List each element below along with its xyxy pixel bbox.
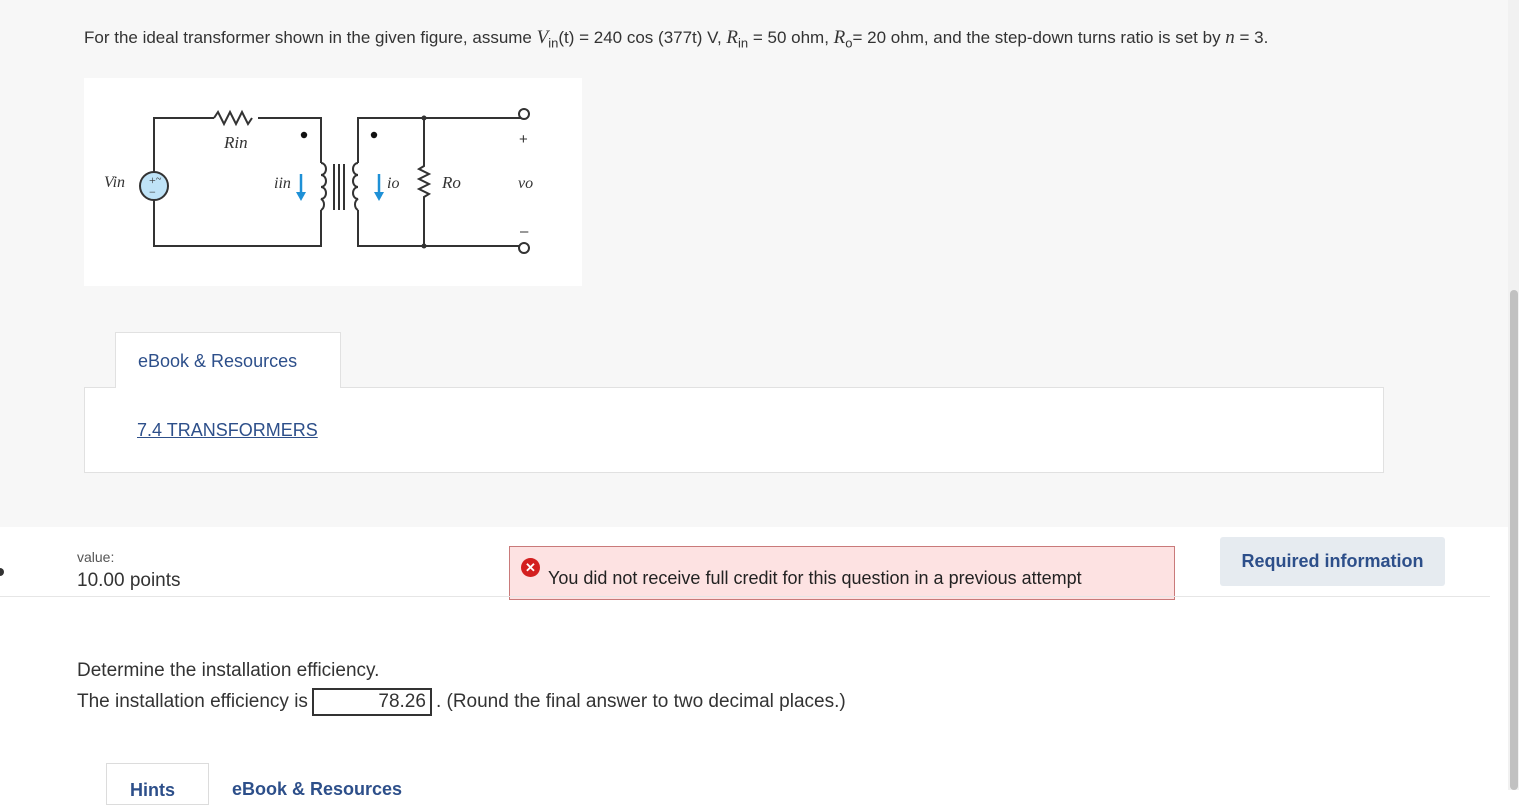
scrollbar-thumb[interactable] — [1510, 290, 1518, 790]
svg-text:−: − — [149, 185, 156, 199]
primary-top-wire-right — [258, 117, 322, 163]
rin-resistor — [213, 109, 253, 127]
primary-bottom-wire — [153, 200, 322, 247]
ro-label: Ro — [441, 173, 461, 192]
rin-subscript: in — [738, 35, 749, 51]
ro-symbol: R — [833, 27, 846, 48]
vin-expression: (t) = 240 cos (377t) V, — [558, 28, 727, 47]
io-label: io — [387, 175, 399, 192]
io-arrow-icon — [374, 192, 384, 201]
rin-value: = 50 ohm, — [748, 28, 834, 47]
vo-label: vo — [518, 175, 533, 192]
n-symbol: n — [1225, 27, 1235, 48]
iin-arrow-icon — [296, 192, 306, 201]
secondary-coil — [352, 162, 359, 211]
transformers-link[interactable]: 7.4 TRANSFORMERS — [137, 420, 318, 441]
transformer-circuit-figure: + ~ − Rin Vin iin io Ro vo + – — [84, 78, 582, 286]
vin-symbol: V — [536, 27, 549, 48]
part-instruction: Determine the installation efficiency. — [77, 660, 380, 681]
efficiency-answer-input[interactable]: 78.26 — [311, 688, 432, 716]
primary-polarity-dot — [300, 131, 308, 139]
iin-label: iin — [274, 175, 291, 192]
rin-label: Rin — [223, 133, 248, 152]
primary-top-wire-left — [153, 117, 214, 173]
vin-label: Vin — [104, 174, 125, 191]
section-divider — [0, 596, 1490, 597]
required-information-button[interactable]: Required information — [1220, 537, 1445, 586]
tab-ebook-resources[interactable]: eBook & Resources — [115, 332, 341, 388]
tab-ebook-resources-label: eBook & Resources — [138, 351, 298, 371]
error-x-icon: ✕ — [521, 558, 540, 577]
n-value: = 3. — [1234, 28, 1269, 47]
tab-hints-label: Hints — [130, 780, 175, 800]
resources-panel: 7.4 TRANSFORMERS — [84, 387, 1384, 473]
svg-text:~: ~ — [156, 174, 162, 185]
credit-alert: ✕ You did not receive full credit for th… — [509, 546, 1175, 600]
vin-subscript: in — [548, 35, 559, 51]
rin-symbol: R — [726, 27, 738, 48]
ro-value: = 20 ohm, and the step-down turns ratio … — [852, 28, 1226, 47]
answer-line: The installation efficiency is 78.26. (Ro… — [77, 688, 846, 716]
junction-dot-bottom — [421, 243, 427, 249]
question-prompt: For the ideal transformer shown in the g… — [84, 24, 1504, 57]
prompt-text: For the ideal transformer shown in the g… — [84, 28, 537, 47]
secondary-bottom-wire — [357, 210, 524, 247]
output-terminal-bottom — [518, 242, 530, 254]
value-points: 10.00 points — [77, 570, 181, 591]
value-label: value: — [77, 549, 115, 565]
secondary-polarity-dot — [370, 131, 378, 139]
tab-hints[interactable]: Hints — [106, 763, 209, 805]
question-marker-dot — [0, 568, 4, 576]
junction-dot-top — [421, 115, 427, 121]
answer-prefix: The installation efficiency is — [77, 691, 308, 713]
circuit-diagram: + ~ − Rin Vin iin io Ro vo + – — [104, 108, 533, 254]
vo-plus-label: + — [519, 131, 528, 148]
primary-coil — [320, 162, 327, 211]
answer-suffix: . (Round the final answer to two decimal… — [435, 691, 846, 713]
secondary-top-wire — [357, 117, 524, 163]
ro-subscript: o — [845, 35, 853, 51]
ro-resistor — [416, 118, 432, 246]
credit-alert-text: You did not receive full credit for this… — [548, 568, 1082, 588]
output-terminal-top — [518, 108, 530, 120]
vo-minus-label: – — [520, 223, 529, 240]
